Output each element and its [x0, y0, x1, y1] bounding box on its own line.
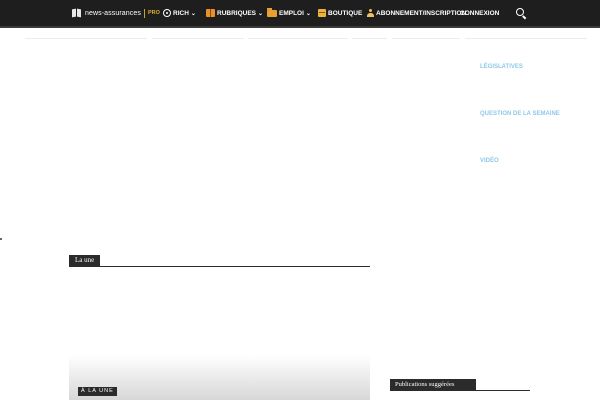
nav-abonnement-label: ABONNEMENT/INSCRIPTION: [376, 9, 467, 17]
nav-rich[interactable]: RICH ⌄: [163, 8, 196, 18]
nav-rich-label: RICH: [173, 9, 189, 17]
suggested-publications-title: Publications suggérées: [390, 379, 476, 390]
section-rule: [69, 266, 370, 267]
chevron-down-icon: ⌄: [258, 10, 264, 17]
nav-emploi[interactable]: EMPLOI ⌄: [267, 7, 311, 18]
nav-abonnement[interactable]: ABONNEMENT/INSCRIPTION: [367, 8, 466, 18]
logo-pro-badge: PRO: [147, 10, 160, 16]
scroll-marker: [0, 238, 2, 240]
nav-connexion-label: CONNEXION: [460, 9, 500, 17]
topbar-shadow: [0, 26, 600, 28]
site-logo[interactable]: news-assurances PRO: [72, 7, 160, 19]
chevron-down-icon: ⌄: [190, 10, 196, 17]
sidebar-link-legislatives[interactable]: LÉGISLATIVES: [480, 64, 523, 70]
divider: [248, 38, 348, 39]
sidebar-link-question-semaine[interactable]: QUESTION DE LA SEMAINE: [480, 111, 560, 117]
nav-boutique-label: BOUTIQUE: [328, 9, 363, 17]
logo-separator: [143, 8, 145, 18]
section-title-la-une: La une: [69, 255, 101, 266]
book-icon: [206, 9, 215, 17]
search-icon[interactable]: [516, 8, 526, 18]
top-navigation-bar: news-assurances PRO RICH ⌄ RUBRIQUES ⌄ E…: [0, 0, 600, 26]
sidebar-link-video[interactable]: VIDÉO: [480, 158, 499, 164]
nav-emploi-label: EMPLOI: [279, 9, 304, 17]
logo-text: news-assurances: [85, 9, 141, 17]
nav-boutique[interactable]: BOUTIQUE: [318, 8, 362, 18]
nav-connexion[interactable]: CONNEXION: [460, 8, 499, 18]
divider: [392, 38, 460, 39]
user-icon: [367, 9, 374, 17]
divider: [465, 38, 587, 39]
divider: [152, 38, 244, 39]
hero-badge: À LA UNE: [78, 387, 117, 396]
chevron-down-icon: ⌄: [305, 10, 311, 17]
divider: [25, 38, 147, 39]
nav-rubriques[interactable]: RUBRIQUES ⌄: [206, 8, 263, 18]
shop-icon: [318, 9, 326, 17]
target-icon: [163, 9, 171, 17]
suggested-publications-rule: [390, 390, 530, 391]
folder-icon: [267, 7, 277, 17]
divider: [352, 38, 387, 39]
nav-rubriques-label: RUBRIQUES: [217, 9, 257, 17]
book-logo-icon: [72, 8, 82, 18]
